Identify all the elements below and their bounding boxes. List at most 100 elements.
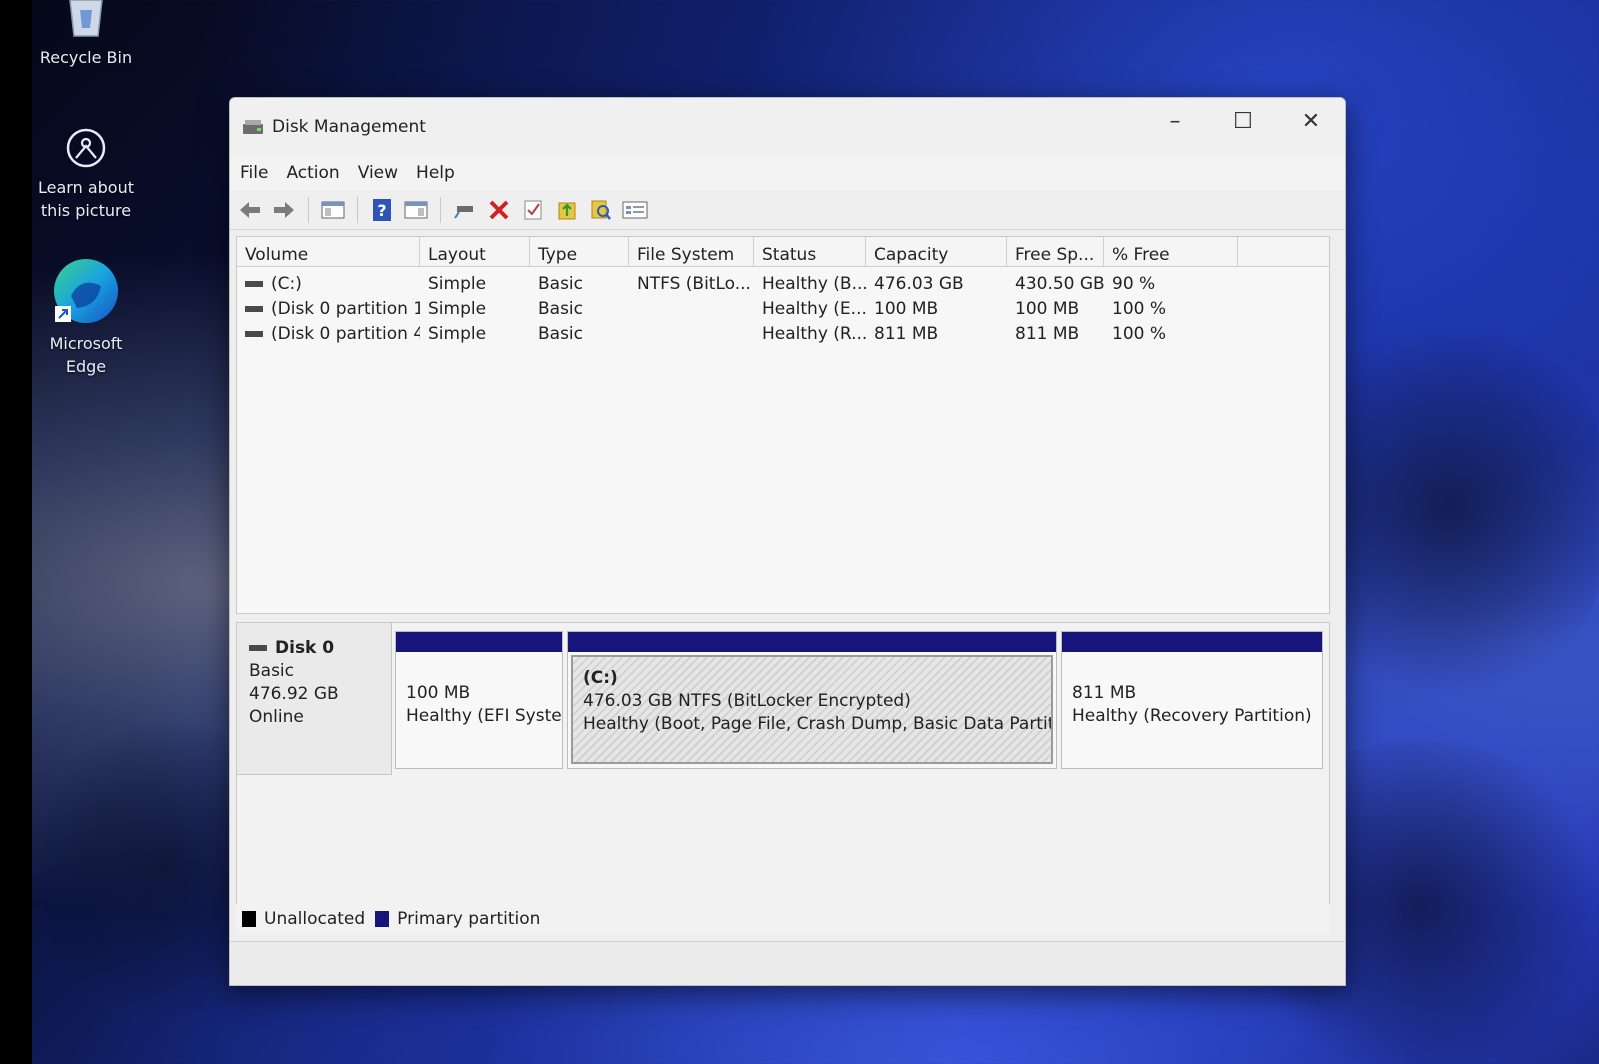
back-icon: [240, 201, 260, 218]
type-cell: Basic: [538, 298, 584, 319]
capacity-cell: 811 MB: [874, 323, 939, 344]
minimize-button[interactable]: –: [1141, 101, 1209, 141]
disk-0-label[interactable]: Disk 0 Basic 476.92 GB Online: [237, 623, 392, 775]
column-header-file-system[interactable]: File System: [629, 237, 754, 266]
partition-size: 476.03 GB NTFS (BitLocker Encrypted): [583, 691, 911, 711]
column-header-capacity[interactable]: Capacity: [866, 237, 1007, 266]
status-bar: [230, 941, 1345, 985]
status-cell: Healthy (B...: [762, 273, 866, 294]
unallocated-swatch: [242, 911, 256, 927]
check-button[interactable]: [519, 196, 547, 224]
volume-icon: [245, 280, 263, 287]
delete-button[interactable]: [485, 196, 513, 224]
volume-cell: (C:): [237, 274, 420, 294]
percent-free-cell: 100 %: [1112, 298, 1167, 319]
forward-button[interactable]: [270, 196, 298, 224]
console-tree-icon: [321, 201, 345, 218]
connect-button[interactable]: [451, 196, 479, 224]
toolbar-separator: [440, 196, 441, 223]
disk-name: Disk 0: [275, 638, 335, 658]
disk-state: Online: [249, 707, 304, 727]
help-button[interactable]: ?: [368, 196, 396, 224]
column-header-free-space[interactable]: Free Sp...: [1007, 237, 1104, 266]
title-bar[interactable]: Disk Management – ☐ ✕: [230, 98, 1345, 156]
table-row[interactable]: (C:) Simple Basic NTFS (BitLo... Healthy…: [237, 271, 1329, 296]
partition-status: Healthy (Recovery Partition): [1072, 706, 1312, 726]
capacity-cell: 476.03 GB: [874, 273, 964, 294]
delete-icon: [489, 200, 509, 219]
import-icon: [558, 202, 576, 219]
volume-icon: [245, 330, 263, 337]
desktop-icon-microsoft-edge[interactable]: Microsoft Edge: [26, 256, 146, 378]
partition-efi[interactable]: 100 MB Healthy (EFI System Partition): [395, 631, 563, 769]
menu-file[interactable]: File: [240, 163, 282, 183]
legend: Unallocated Primary partition: [236, 904, 1330, 934]
disk-type: Basic: [249, 661, 295, 681]
camera-icon: [66, 128, 106, 168]
partition-details: 100 MB Healthy (EFI System Partition): [396, 652, 562, 728]
menu-action[interactable]: Action: [286, 163, 353, 183]
column-header-status[interactable]: Status: [754, 237, 866, 266]
back-button[interactable]: [236, 196, 264, 224]
partition-recovery[interactable]: 811 MB Healthy (Recovery Partition): [1061, 631, 1323, 769]
primary-partition-bar: [1062, 632, 1322, 652]
menu-view[interactable]: View: [358, 163, 412, 183]
partition-status: Healthy (Boot, Page File, Crash Dump, Ba…: [583, 714, 1053, 734]
toolbar-separator: [308, 196, 309, 223]
partition-size: 811 MB: [1072, 683, 1137, 703]
import-button[interactable]: [553, 196, 581, 224]
close-icon: ✕: [1301, 108, 1321, 134]
partition-c[interactable]: (C:) 476.03 GB NTFS (BitLocker Encrypted…: [567, 631, 1057, 769]
show-hide-console-tree-button[interactable]: [319, 196, 347, 224]
table-row[interactable]: (Disk 0 partition 1) Simple Basic Health…: [237, 296, 1329, 321]
edge-icon: [54, 259, 118, 323]
maximize-button[interactable]: ☐: [1209, 101, 1277, 141]
minimize-icon: –: [1169, 108, 1181, 134]
properties-button[interactable]: [402, 196, 430, 224]
percent-free-cell: 100 %: [1112, 323, 1167, 344]
close-button[interactable]: ✕: [1277, 101, 1345, 141]
search-icon: [591, 200, 611, 220]
column-header-type[interactable]: Type: [530, 237, 629, 266]
desktop-icon-recycle-bin[interactable]: Recycle Bin: [26, 0, 146, 69]
file-system-cell: NTFS (BitLo...: [637, 273, 751, 294]
desktop-icon-learn-about-picture[interactable]: Learn about this picture: [26, 126, 146, 222]
volume-icon: [245, 305, 263, 312]
disk-icon: [249, 645, 267, 651]
help-icon: ?: [373, 198, 391, 221]
legend-label: Primary partition: [397, 909, 541, 929]
legend-item-unallocated: Unallocated: [242, 909, 365, 929]
properties-icon: [404, 201, 428, 218]
recycle-bin-icon: [69, 0, 103, 37]
layout-cell: Simple: [428, 323, 487, 344]
type-cell: Basic: [538, 323, 584, 344]
type-cell: Basic: [538, 273, 584, 294]
forward-icon: [274, 201, 294, 218]
free-space-cell: 100 MB: [1015, 298, 1080, 319]
column-header-layout[interactable]: Layout: [420, 237, 530, 266]
partition-details: 811 MB Healthy (Recovery Partition): [1062, 652, 1322, 728]
volume-name: (Disk 0 partition 4): [271, 323, 420, 344]
column-header-percent-free[interactable]: % Free: [1104, 237, 1238, 266]
toolbar-separator: [357, 196, 358, 223]
disk-management-app-icon: [243, 120, 263, 134]
desktop-icon-label: Microsoft Edge: [49, 334, 123, 376]
maximize-icon: ☐: [1233, 108, 1253, 134]
toolbar: ?: [230, 190, 1345, 230]
table-row[interactable]: (Disk 0 partition 4) Simple Basic Health…: [237, 321, 1329, 346]
column-header-volume[interactable]: Volume: [237, 237, 420, 266]
window-title: Disk Management: [272, 117, 426, 137]
primary-partition-swatch: [375, 911, 390, 927]
free-space-cell: 430.50 GB: [1015, 273, 1104, 294]
volume-cell: (Disk 0 partition 4): [237, 324, 420, 344]
primary-partition-bar: [568, 632, 1056, 652]
desktop-icon-label: Learn about this picture: [38, 178, 134, 220]
settings-button[interactable]: [621, 196, 649, 224]
free-space-cell: 811 MB: [1015, 323, 1080, 344]
partition-details: (C:) 476.03 GB NTFS (BitLocker Encrypted…: [571, 655, 1053, 764]
status-cell: Healthy (R...: [762, 323, 866, 344]
menu-help[interactable]: Help: [416, 163, 469, 183]
partition-size: 100 MB: [406, 683, 471, 703]
volume-list: Volume Layout Type File System Status Ca…: [236, 236, 1330, 614]
search-button[interactable]: [587, 196, 615, 224]
